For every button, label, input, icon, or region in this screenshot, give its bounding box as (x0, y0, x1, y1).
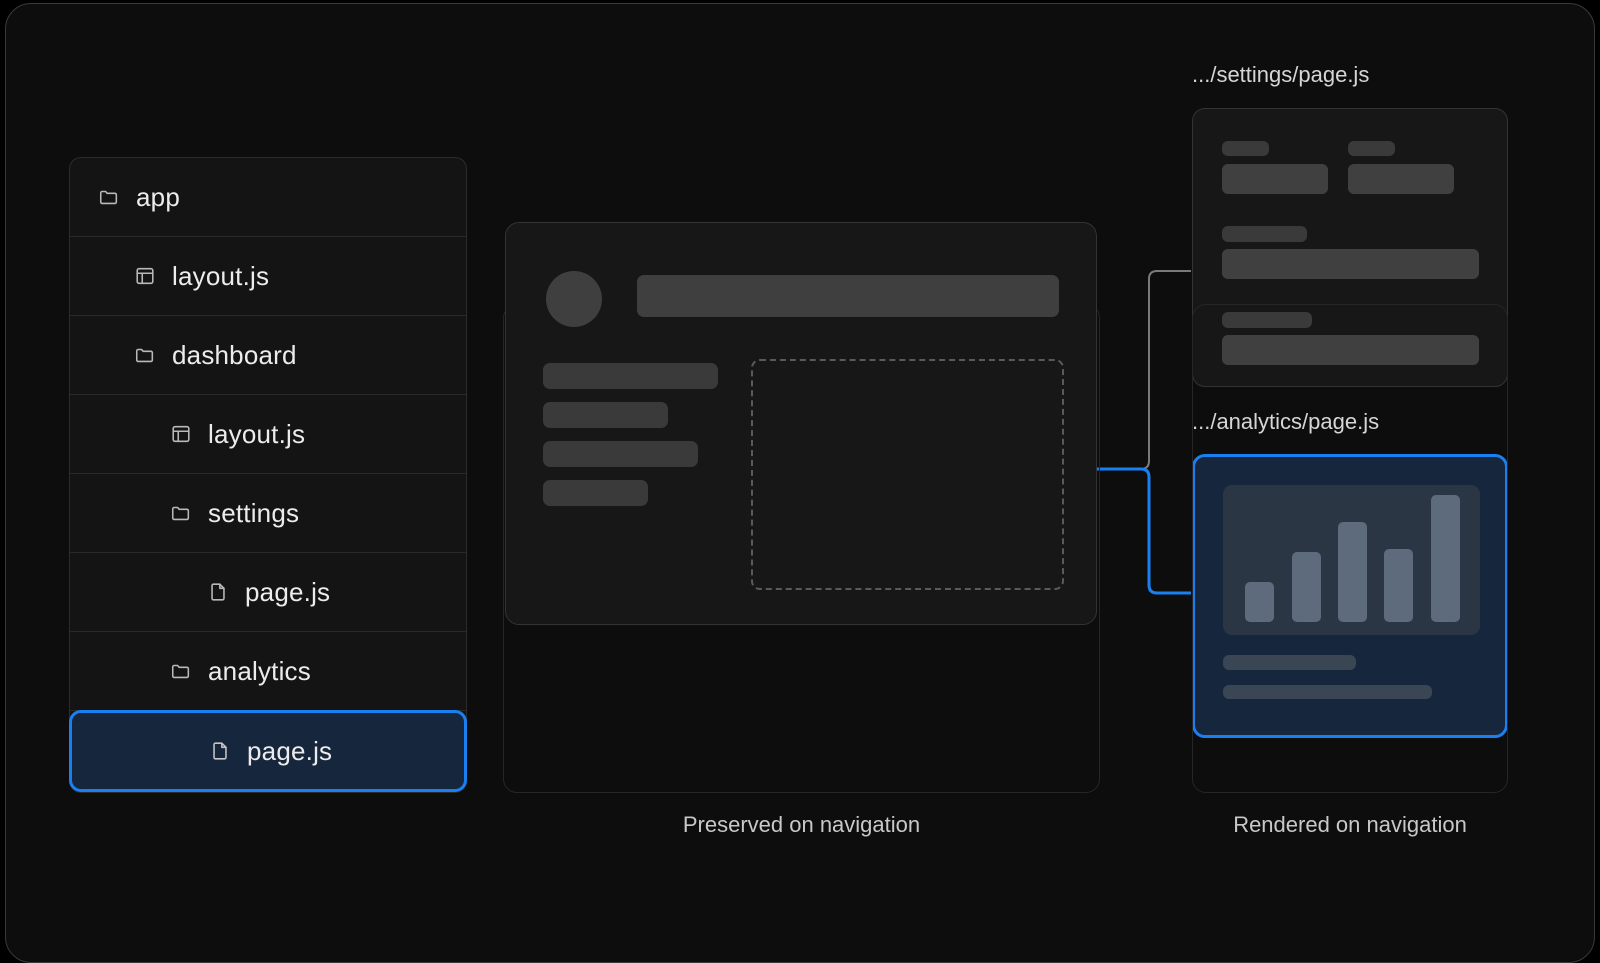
tree-row-label: page.js (245, 576, 331, 607)
folder-icon (170, 502, 192, 524)
app-file-tree: app layout.js dashboard layout.js settin (69, 157, 467, 793)
caption-preserved: Preserved on navigation (682, 812, 921, 837)
text-line-placeholder (543, 402, 668, 428)
file-icon (209, 740, 231, 762)
form-input-placeholder (1222, 164, 1328, 194)
layout-icon (134, 265, 156, 287)
preserved-layout-panel (505, 222, 1097, 625)
rendered-group-outline (1192, 304, 1508, 793)
file-icon (207, 581, 229, 603)
text-line-placeholder (543, 441, 698, 467)
tree-row-layout-js-dashboard[interactable]: layout.js (70, 395, 466, 474)
form-input-placeholder (1222, 249, 1479, 279)
tree-row-settings-page-js[interactable]: page.js (70, 553, 466, 632)
text-line-placeholder (543, 363, 718, 389)
form-label-placeholder (1222, 226, 1307, 242)
diagram-frame: app layout.js dashboard layout.js settin (5, 3, 1595, 963)
tree-row-settings[interactable]: settings (70, 474, 466, 553)
tree-row-label: layout.js (208, 418, 306, 449)
tree-row-layout-js-root[interactable]: layout.js (70, 237, 466, 316)
avatar (546, 271, 602, 327)
tree-row-label: dashboard (172, 339, 297, 370)
layout-icon (170, 423, 192, 445)
folder-icon (170, 660, 192, 682)
folder-icon (134, 344, 156, 366)
form-input-placeholder (1348, 164, 1454, 194)
tree-row-label: app (136, 181, 180, 212)
tree-row-app[interactable]: app (70, 158, 466, 237)
text-line-placeholder (543, 480, 648, 506)
tree-row-label: page.js (247, 735, 333, 766)
topbar-placeholder (637, 275, 1059, 317)
tree-row-label: layout.js (172, 260, 270, 291)
tree-row-label: settings (208, 497, 300, 528)
tree-row-dashboard[interactable]: dashboard (70, 316, 466, 395)
tree-row-analytics-page-js-selected[interactable]: page.js (69, 710, 467, 792)
form-label-placeholder (1222, 141, 1269, 156)
settings-card-path-label: .../settings/page.js (1192, 62, 1370, 87)
caption-rendered: Rendered on navigation (1233, 812, 1467, 837)
tree-row-analytics[interactable]: analytics (70, 632, 466, 711)
folder-icon (98, 186, 120, 208)
form-label-placeholder (1348, 141, 1395, 156)
tree-row-label: analytics (208, 655, 311, 686)
page-slot-placeholder (751, 359, 1064, 590)
